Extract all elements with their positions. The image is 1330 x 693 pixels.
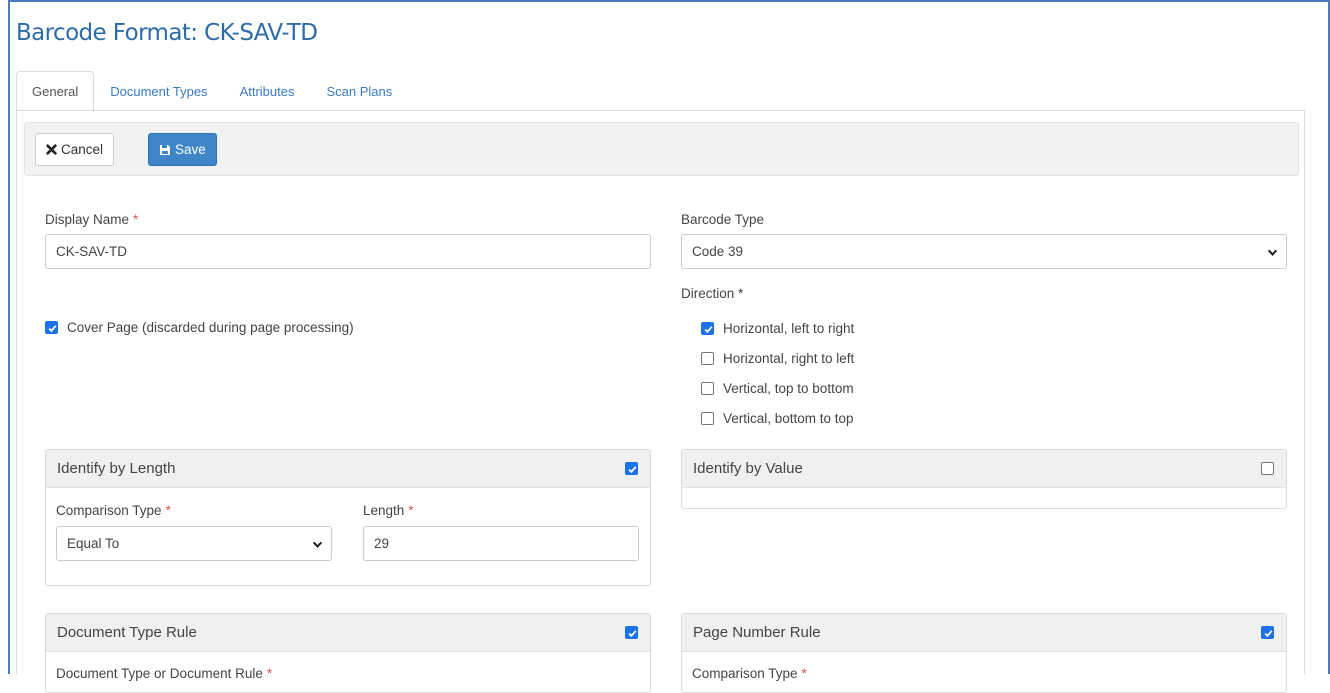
comparison-type-value: Equal To [67, 536, 119, 551]
tab-attributes[interactable]: Attributes [224, 71, 311, 111]
checkbox-checked-icon[interactable] [625, 462, 638, 475]
required-marker: * [133, 212, 138, 227]
direction-option-label: Horizontal, right to left [723, 351, 854, 366]
direction-option-ltr[interactable]: Horizontal, left to right [701, 321, 854, 336]
panel-title: Identify by Length [57, 460, 175, 477]
chevron-down-icon [1267, 246, 1278, 261]
cancel-button[interactable]: Cancel [35, 133, 114, 166]
direction-option-label: Horizontal, left to right [723, 321, 854, 336]
toolbar: Cancel Save [24, 122, 1299, 176]
comparison-type-label: Comparison Type * [56, 503, 171, 518]
direction-option-label: Vertical, top to bottom [723, 381, 854, 396]
checkbox-unchecked-icon[interactable] [701, 382, 714, 395]
panel-header: Document Type Rule [46, 614, 650, 652]
panel-header: Identify by Value [682, 450, 1286, 488]
identify-by-value-panel: Identify by Value [681, 449, 1287, 509]
required-marker: * [408, 503, 413, 518]
tab-document-types[interactable]: Document Types [94, 71, 223, 111]
length-input[interactable]: 29 [363, 526, 639, 561]
checkbox-unchecked-icon[interactable] [1261, 462, 1274, 475]
save-label: Save [175, 142, 206, 157]
comparison-type-label-text: Comparison Type [56, 503, 162, 518]
page-number-rule-panel: Page Number Rule [681, 613, 1287, 693]
display-name-label: Display Name * [45, 212, 138, 227]
panel-title: Document Type Rule [57, 624, 197, 641]
checkbox-unchecked-icon[interactable] [701, 412, 714, 425]
page-title: Barcode Format: CK-SAV-TD [16, 20, 317, 46]
comparison-type-select[interactable]: Equal To [56, 526, 332, 561]
length-label: Length * [363, 503, 414, 518]
cancel-label: Cancel [61, 142, 103, 157]
tab-general[interactable]: General [16, 71, 94, 112]
chevron-down-icon [312, 538, 323, 553]
barcode-type-label: Barcode Type [681, 212, 764, 227]
checkbox-checked-icon[interactable] [701, 322, 714, 335]
document-type-rule-panel: Document Type Rule [45, 613, 651, 693]
length-label-text: Length [363, 503, 404, 518]
cover-page-label: Cover Page (discarded during page proces… [67, 320, 354, 335]
tab-bar: General Document Types Attributes Scan P… [16, 71, 408, 111]
panel-title: Identify by Value [693, 460, 803, 477]
display-name-input[interactable]: CK-SAV-TD [45, 234, 651, 269]
panel-title: Page Number Rule [693, 624, 821, 641]
panel-header: Page Number Rule [682, 614, 1286, 652]
direction-label: Direction * [681, 286, 743, 301]
floppy-disk-icon [159, 144, 171, 156]
checkbox-checked-icon[interactable] [625, 626, 638, 639]
close-icon [46, 144, 57, 155]
direction-option-rtl[interactable]: Horizontal, right to left [701, 351, 854, 366]
required-marker: * [166, 503, 171, 518]
direction-option-label: Vertical, bottom to top [723, 411, 854, 426]
checkbox-unchecked-icon[interactable] [701, 352, 714, 365]
save-button[interactable]: Save [148, 133, 217, 166]
checkbox-checked-icon[interactable] [1261, 626, 1274, 639]
tab-scan-plans[interactable]: Scan Plans [310, 71, 408, 111]
barcode-type-select[interactable]: Code 39 [681, 234, 1287, 269]
display-name-label-text: Display Name [45, 212, 129, 227]
panel-header: Identify by Length [46, 450, 650, 488]
tab-pane [16, 110, 1305, 674]
cover-page-checkbox-row[interactable]: Cover Page (discarded during page proces… [45, 320, 354, 335]
barcode-type-value: Code 39 [692, 244, 743, 259]
direction-option-ttb[interactable]: Vertical, top to bottom [701, 381, 854, 396]
direction-option-btt[interactable]: Vertical, bottom to top [701, 411, 854, 426]
checkbox-checked-icon[interactable] [45, 321, 58, 334]
